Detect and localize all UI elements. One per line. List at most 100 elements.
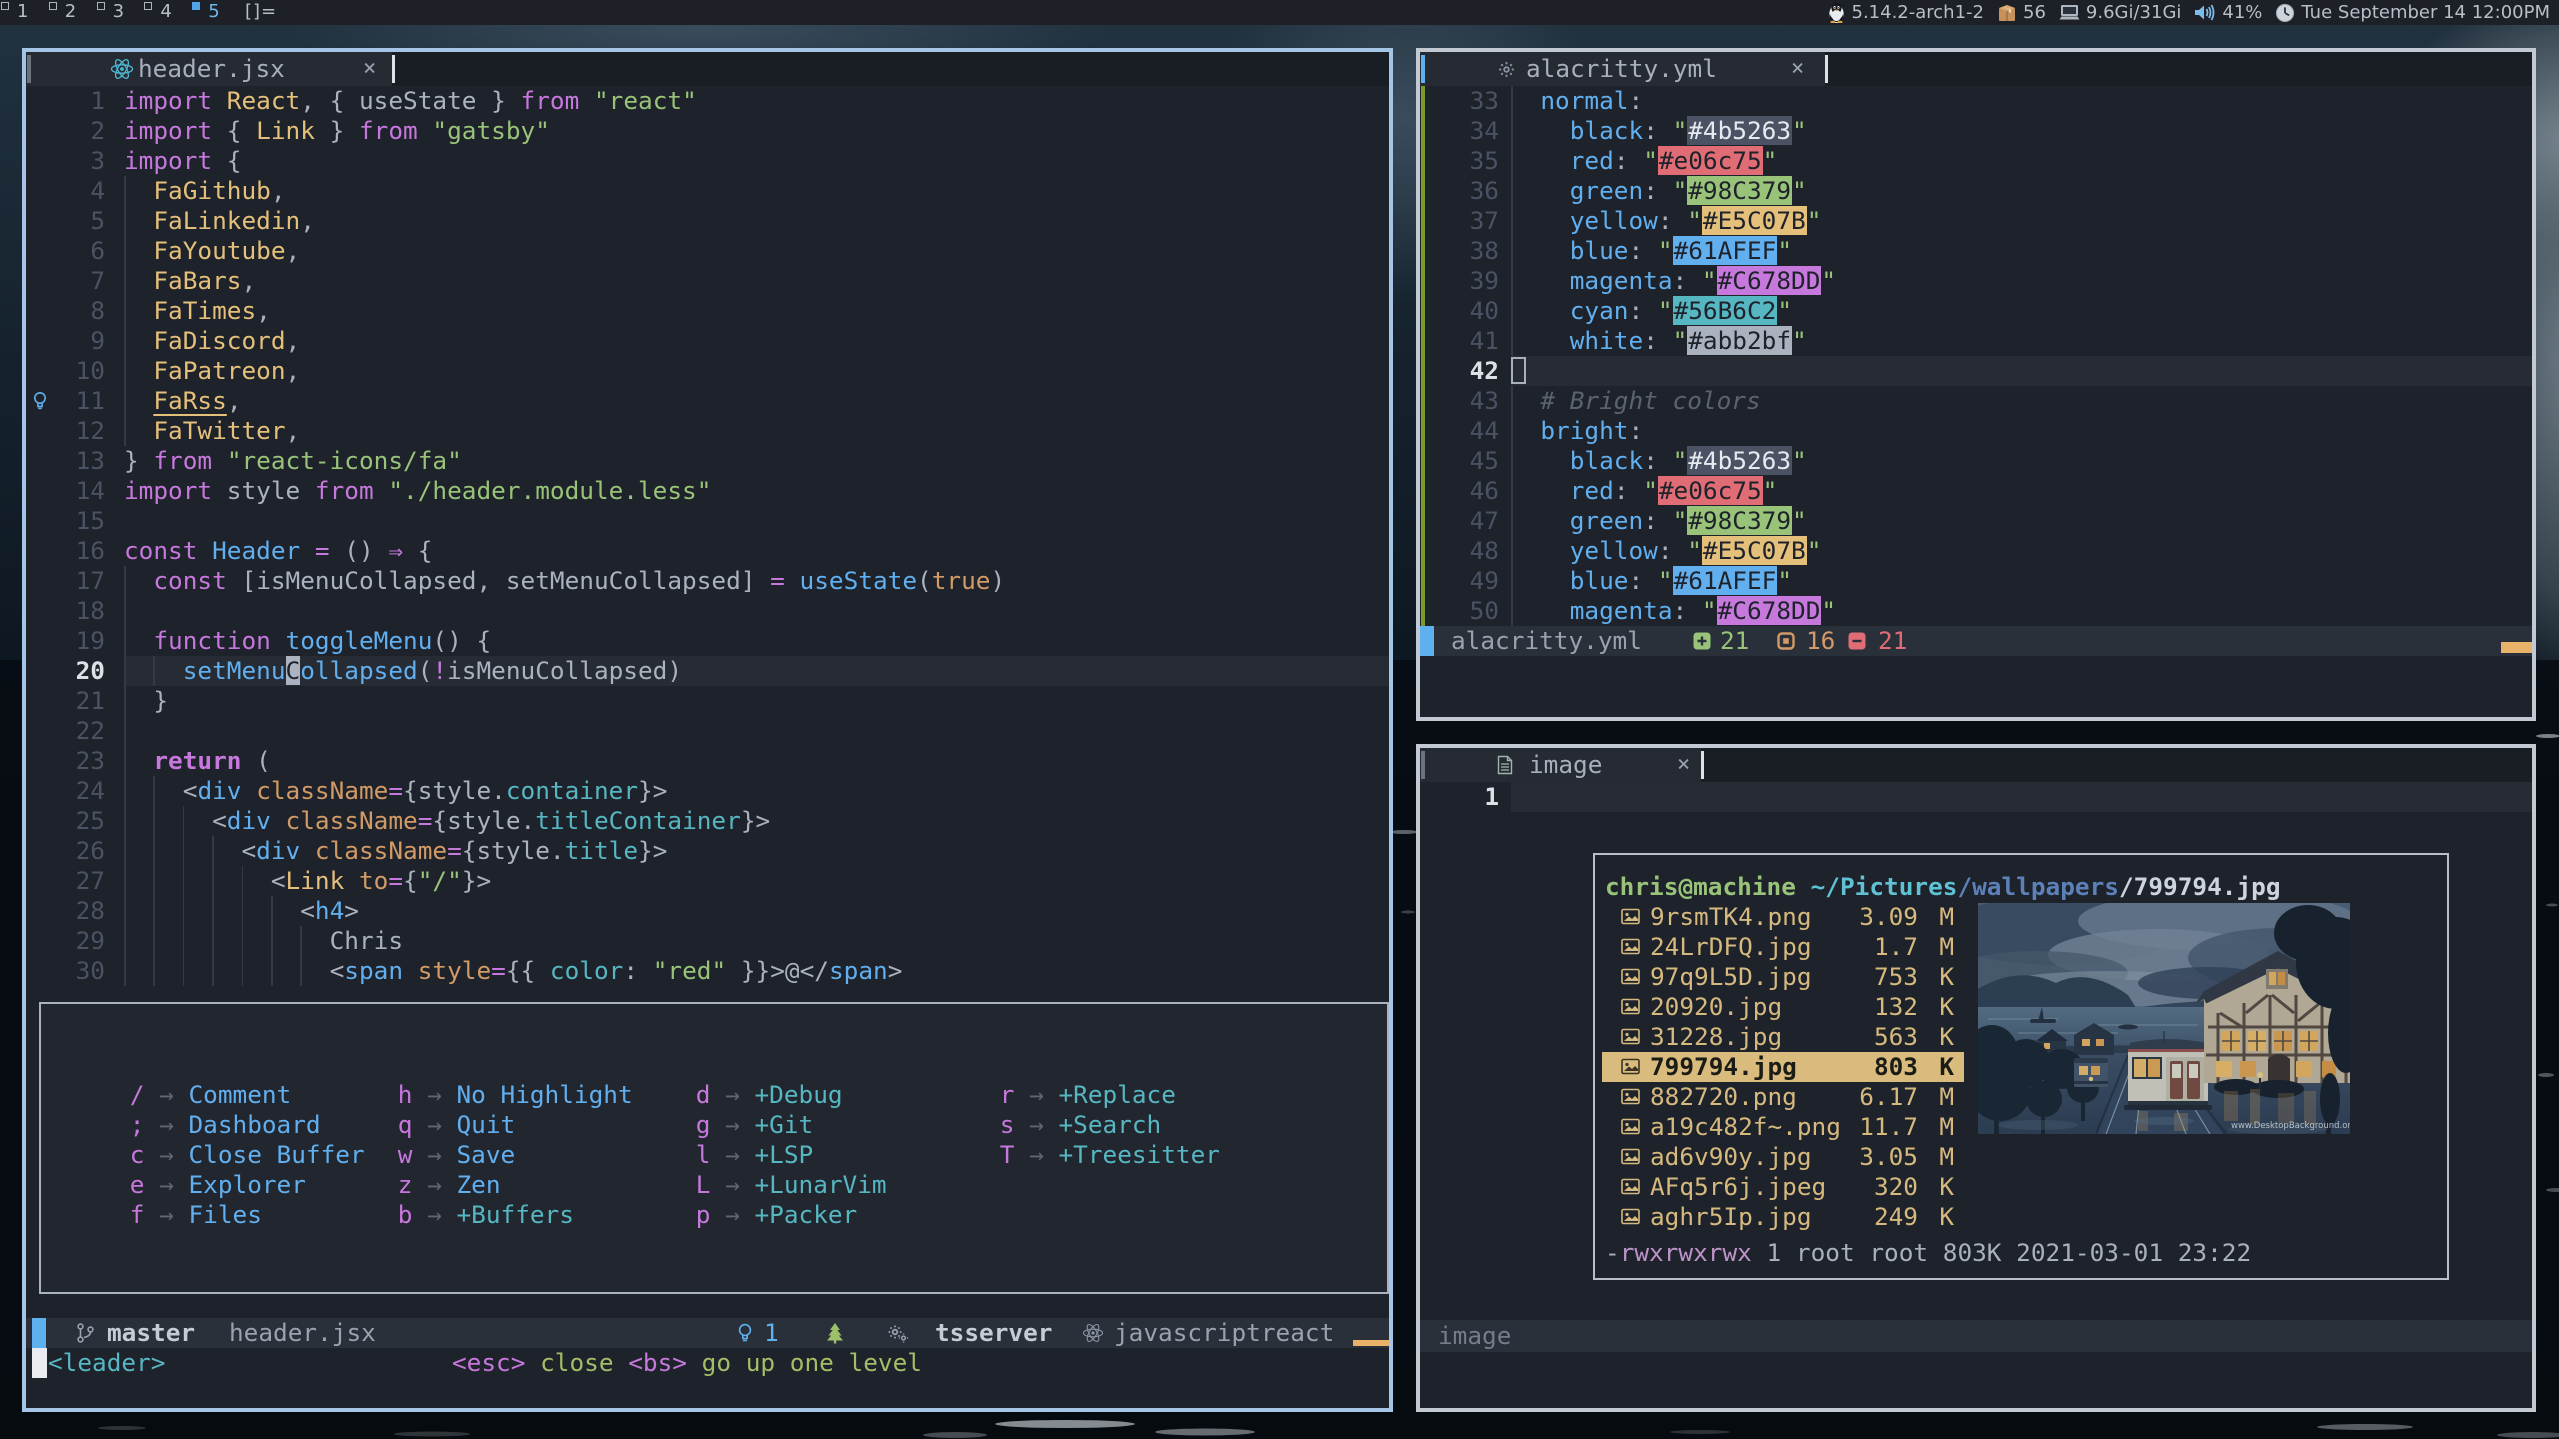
code-line-38: 38 blue: "#61AFEF" — [1420, 236, 2532, 266]
line-number: 16 — [26, 536, 105, 566]
cursorline-band — [1511, 782, 2532, 812]
line-number: 10 — [26, 356, 105, 386]
workspace-tag-5[interactable]: 5 — [191, 0, 239, 25]
file-size-unit: K — [1939, 992, 1954, 1022]
workspace-tag-1[interactable]: 1 — [0, 0, 48, 25]
file-row-9rsmTK4-png[interactable]: 9rsmTK4.png3.09M — [1602, 902, 1964, 932]
file-row-aghr5Ip-jpg[interactable]: aghr5Ip.jpg249K — [1602, 1202, 1964, 1232]
hint-key: <esc> — [452, 1348, 525, 1377]
file-row-31228-jpg[interactable]: 31228.jpg563K — [1602, 1022, 1964, 1052]
arrow-icon: → — [144, 1140, 188, 1169]
binding-label: +LSP — [754, 1140, 813, 1169]
arrow-icon: → — [144, 1110, 188, 1139]
code-text: FaTwitter, — [124, 416, 300, 446]
volume-item: 41% — [2194, 2, 2262, 23]
whichkey-binding-dashboard[interactable]: ; → Dashboard — [115, 1110, 365, 1140]
file-size: 3.05 — [1828, 1142, 1918, 1172]
whichkey-binding--debug[interactable]: d → +Debug — [681, 1080, 887, 1110]
file-list[interactable]: 9rsmTK4.png3.09M24LrDFQ.jpg1.7M97q9L5D.j… — [1602, 902, 1964, 1232]
statusline-left: master header.jsx 1 — [26, 1318, 1389, 1348]
image-file-icon — [1621, 1088, 1640, 1105]
file-row-97q9L5D-jpg[interactable]: 97q9L5D.jpg753K — [1602, 962, 1964, 992]
whichkey-binding-quit[interactable]: q → Quit — [383, 1110, 633, 1140]
whichkey-binding--lunarvim[interactable]: L → +LunarVim — [681, 1170, 887, 1200]
workspace-tag-3[interactable]: 3 — [96, 0, 144, 25]
code-line-3: 3import { — [26, 146, 1389, 176]
binding-label: Comment — [188, 1080, 291, 1109]
binding-label: +Git — [754, 1110, 813, 1139]
cmdline-cursor — [32, 1348, 47, 1378]
whichkey-binding-explorer[interactable]: e → Explorer — [115, 1170, 365, 1200]
color-swatch: #98C379 — [1687, 506, 1792, 535]
document-file-icon — [1497, 755, 1513, 775]
binding-label: Zen — [456, 1170, 500, 1199]
whichkey-binding-save[interactable]: w → Save — [383, 1140, 633, 1170]
workspace-number: 5 — [208, 1, 219, 22]
file-row-20920-jpg[interactable]: 20920.jpg132K — [1602, 992, 1964, 1022]
code-text: <Link to={"/"}> — [124, 866, 491, 896]
hollow-cursor — [1511, 357, 1526, 384]
workspace-tag-2[interactable]: 2 — [48, 0, 96, 25]
whichkey-binding-zen[interactable]: z → Zen — [383, 1170, 633, 1200]
tab-close-icon[interactable]: × — [1791, 54, 1804, 84]
path-mid: /wallpapers — [1957, 872, 2119, 901]
statusline-filename: image — [1438, 1321, 1511, 1351]
workspace-indicator-square — [192, 2, 200, 10]
line-number: 33 — [1420, 86, 1499, 116]
arrow-icon: → — [1014, 1140, 1058, 1169]
whichkey-binding-files[interactable]: f → Files — [115, 1200, 365, 1230]
tab-alacritty-yml[interactable]: alacritty.yml × — [1420, 52, 1825, 86]
code-line-21: 21 } — [26, 686, 1389, 716]
code-line-8: 8 FaTimes, — [26, 296, 1389, 326]
whichkey-binding-comment[interactable]: / → Comment — [115, 1080, 365, 1110]
code-line-41: 41 white: "#abb2bf" — [1420, 326, 2532, 356]
file-row-799794-jpg[interactable]: 799794.jpg803K — [1602, 1052, 1964, 1082]
whichkey-binding--packer[interactable]: p → +Packer — [681, 1200, 887, 1230]
binding-key: T — [985, 1140, 1014, 1170]
whichkey-binding--treesitter[interactable]: T → +Treesitter — [985, 1140, 1220, 1170]
whichkey-binding--buffers[interactable]: b → +Buffers — [383, 1200, 633, 1230]
file-size: 320 — [1828, 1172, 1918, 1202]
workspace-tag-4[interactable]: 4 — [143, 0, 191, 25]
git-branch-name[interactable]: master — [107, 1318, 195, 1348]
code-text: white: "#abb2bf" — [1511, 326, 1807, 356]
file-row-882720-png[interactable]: 882720.png6.17M — [1602, 1082, 1964, 1112]
arrow-icon: → — [412, 1110, 456, 1139]
color-swatch: #98C379 — [1687, 176, 1792, 205]
whichkey-binding--replace[interactable]: r → +Replace — [985, 1080, 1220, 1110]
whichkey-binding-close-buffer[interactable]: c → Close Buffer — [115, 1140, 365, 1170]
code-text: FaGithub, — [124, 176, 286, 206]
arrow-icon: → — [412, 1200, 456, 1229]
file-row-24LrDFQ-jpg[interactable]: 24LrDFQ.jpg1.7M — [1602, 932, 1964, 962]
line-number: 37 — [1420, 206, 1499, 236]
file-name: ad6v90y.jpg — [1650, 1142, 1812, 1172]
datetime: Tue September 14 12:00PM — [2301, 2, 2550, 23]
bufferline-left: header.jsx × — [26, 52, 1389, 86]
line-number: 13 — [26, 446, 105, 476]
scroll-progress — [1353, 1340, 1389, 1346]
whichkey-binding--search[interactable]: s → +Search — [985, 1110, 1220, 1140]
code-text: red: "#e06c75" — [1511, 146, 1777, 176]
tab-header-jsx[interactable]: header.jsx × — [26, 52, 392, 86]
tab-close-icon[interactable]: × — [1677, 750, 1690, 780]
tab-image[interactable]: image × — [1420, 748, 1701, 782]
file-row-AFq5r6j-jpeg[interactable]: AFq5r6j.jpeg320K — [1602, 1172, 1964, 1202]
line-number: 24 — [26, 776, 105, 806]
file-row-a19c482f-png[interactable]: a19c482f~.png11.7M — [1602, 1112, 1964, 1142]
tab-title: header.jsx — [138, 54, 285, 84]
whichkey-binding--lsp[interactable]: l → +LSP — [681, 1140, 887, 1170]
tab-close-icon[interactable]: × — [363, 54, 376, 84]
binding-key: l — [681, 1140, 710, 1170]
line-number: 48 — [1420, 536, 1499, 566]
workspace-indicator-square — [1, 2, 9, 10]
arrow-icon: → — [144, 1080, 188, 1109]
file-row-ad6v90y-jpg[interactable]: ad6v90y.jpg3.05M — [1602, 1142, 1964, 1172]
whichkey-binding-no-highlight[interactable]: h → No Highlight — [383, 1080, 633, 1110]
line-number: 19 — [26, 626, 105, 656]
filetype-name: javascriptreact — [1114, 1318, 1334, 1348]
code-text: } — [124, 686, 168, 716]
code-line-7: 7 FaBars, — [26, 266, 1389, 296]
layout-symbol[interactable]: []= — [245, 1, 277, 22]
file-size: 803 — [1828, 1052, 1918, 1082]
whichkey-binding--git[interactable]: g → +Git — [681, 1110, 887, 1140]
